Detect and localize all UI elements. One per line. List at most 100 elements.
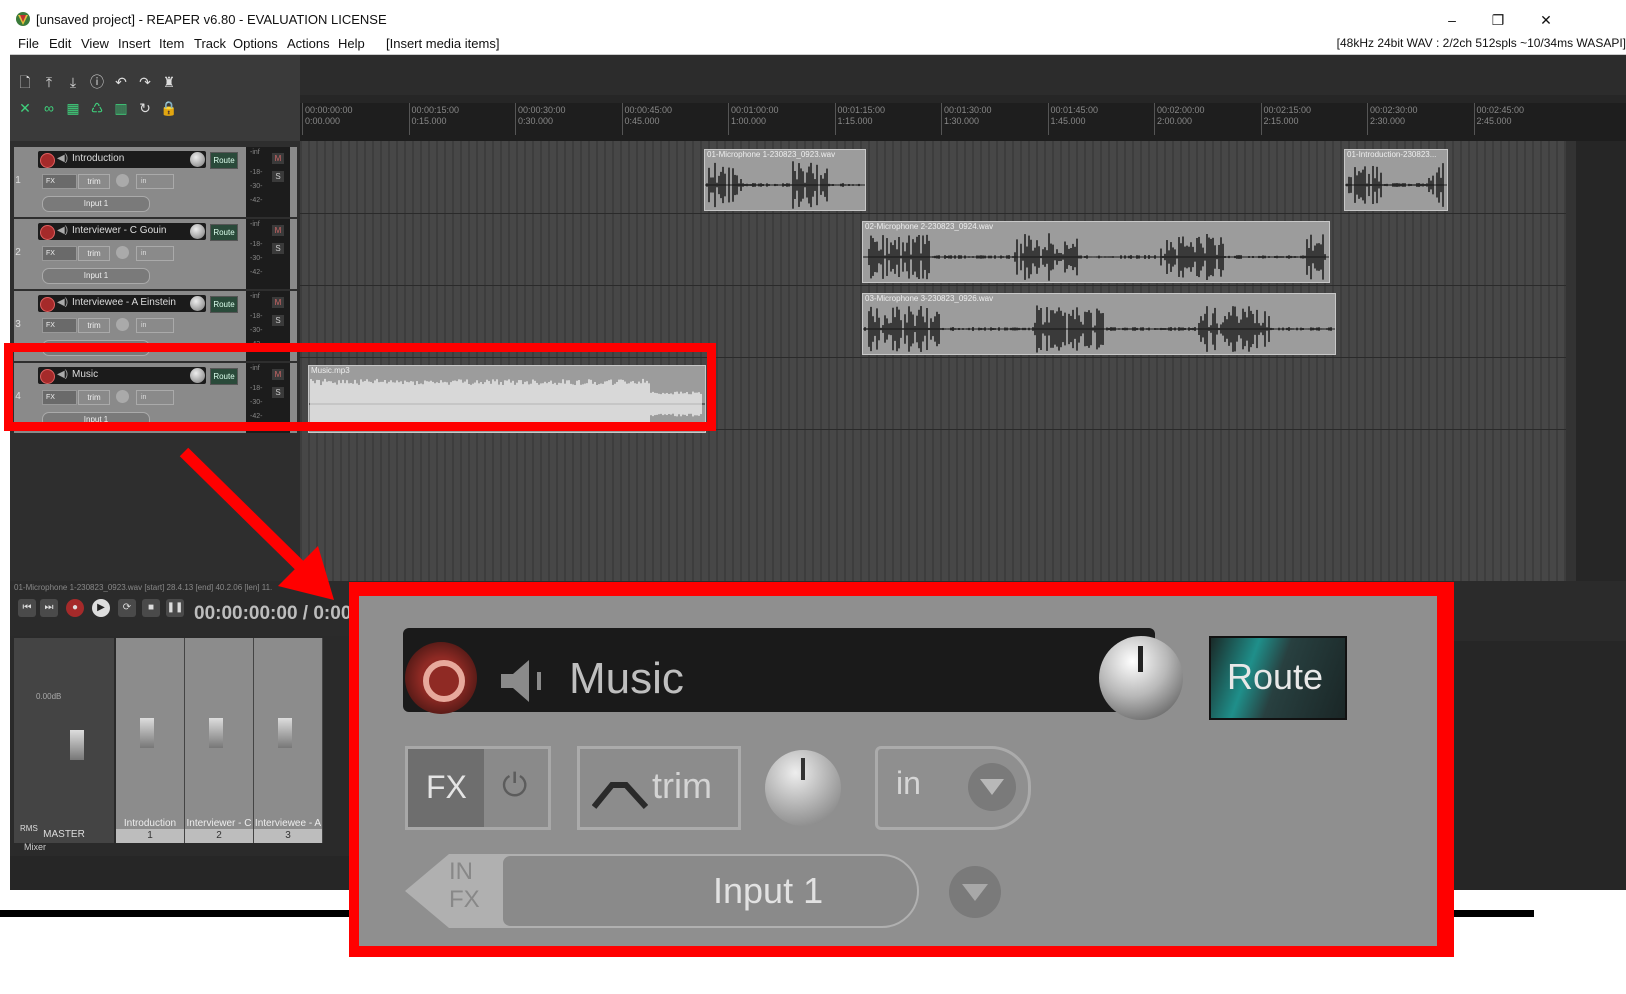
volume-fader[interactable] — [140, 718, 154, 748]
volume-knob[interactable] — [190, 296, 205, 311]
pan-knob[interactable] — [116, 318, 129, 331]
record-arm-button[interactable] — [40, 153, 55, 168]
menu-help[interactable]: Help — [338, 36, 365, 51]
track-name[interactable]: Music — [569, 654, 684, 704]
speaker-icon[interactable]: ◀) — [57, 297, 68, 308]
repeat-icon[interactable]: ⟳ — [118, 599, 136, 617]
go-to-end-icon[interactable]: ⏭ — [40, 599, 58, 617]
undo-icon[interactable]: ↶ — [112, 73, 130, 91]
speaker-icon[interactable] — [497, 656, 547, 706]
input-monitor-button[interactable]: in — [875, 746, 1031, 830]
minimize-button[interactable]: – — [1432, 10, 1472, 30]
route-button[interactable]: Route — [210, 152, 238, 169]
ruler-time: 2:00.000 — [1157, 116, 1193, 126]
envelope-lock-icon[interactable]: ↻ — [136, 99, 154, 117]
ruler-tick — [1473, 103, 1475, 135]
fx-bypass-button[interactable]: ⏻ — [484, 749, 548, 827]
speaker-icon[interactable]: ◀) — [57, 153, 68, 164]
media-item[interactable]: 03-Microphone 3-230823_0926.wav — [862, 293, 1336, 355]
restore-button[interactable]: ❐ — [1478, 10, 1518, 30]
auto-crossfade-icon[interactable]: ✕ — [16, 99, 34, 117]
close-button[interactable]: ✕ — [1526, 10, 1566, 30]
menu-edit[interactable]: Edit — [49, 36, 71, 51]
track-name[interactable]: Interviewer - C Gouin — [72, 225, 166, 236]
record-icon[interactable]: ● — [66, 599, 84, 617]
volume-knob[interactable] — [1099, 636, 1183, 720]
solo-button[interactable]: S — [272, 243, 284, 254]
route-button[interactable]: Route — [210, 224, 238, 241]
lock-icon[interactable]: 🔒 — [160, 99, 178, 117]
menu-insert-media-items[interactable]: [Insert media items] — [386, 36, 499, 51]
menu-insert[interactable]: Insert — [118, 36, 151, 51]
input-selector[interactable]: IN FX Input 1 — [405, 854, 1001, 928]
fx-button[interactable]: FX — [42, 246, 77, 261]
media-item[interactable]: 02-Microphone 2-230823_0924.wav — [862, 221, 1330, 283]
trim-button[interactable]: trim — [78, 246, 110, 261]
record-arm-button[interactable] — [40, 297, 55, 312]
volume-fader[interactable] — [209, 718, 223, 748]
solo-button[interactable]: S — [272, 315, 284, 326]
open-project-icon[interactable]: ⤒ — [40, 73, 58, 91]
mute-button[interactable]: M — [272, 225, 284, 236]
route-button[interactable]: Route — [210, 296, 238, 313]
menu-file[interactable]: File — [18, 36, 39, 51]
track-name[interactable]: Interviewee - A Einstein — [72, 297, 176, 308]
record-arm-button[interactable] — [40, 225, 55, 240]
speaker-icon[interactable]: ◀) — [57, 225, 68, 236]
menu-actions[interactable]: Actions — [287, 36, 330, 51]
input-monitor-button[interactable]: in — [136, 318, 174, 333]
grouping-icon[interactable]: ∞ — [40, 99, 58, 117]
volume-knob[interactable] — [190, 224, 205, 239]
strip-number[interactable]: 3 — [254, 829, 322, 843]
volume-knob[interactable] — [190, 152, 205, 167]
input-monitor-button[interactable]: in — [136, 246, 174, 261]
new-project-icon[interactable]: 🗋 — [16, 73, 34, 91]
volume-fader[interactable] — [278, 718, 292, 748]
vertical-scrollbar[interactable] — [1566, 141, 1576, 581]
strip-number[interactable]: 2 — [185, 829, 253, 843]
solo-button[interactable]: S — [272, 171, 284, 182]
track-name[interactable]: Introduction — [72, 153, 124, 164]
timeline-ruler[interactable]: 00:00:00:00 0:00.000 00:00:15:00 0:15.000 00… — [300, 103, 1626, 141]
menu-options[interactable]: Options — [233, 36, 278, 51]
trim-button[interactable]: trim — [78, 174, 110, 189]
fx-button[interactable]: FX — [42, 174, 77, 189]
grid-lines-icon[interactable]: ▥ — [112, 99, 130, 117]
save-project-icon[interactable]: ⤓ — [64, 73, 82, 91]
go-to-start-icon[interactable]: ⏮ — [18, 599, 36, 617]
master-fader[interactable] — [70, 730, 84, 760]
chevron-down-icon[interactable] — [968, 763, 1016, 811]
redo-icon[interactable]: ↷ — [136, 73, 154, 91]
media-item[interactable]: 01-Microphone 1-230823_0923.wav — [704, 149, 866, 211]
snap-grid-icon[interactable]: ▦ — [64, 99, 82, 117]
play-icon[interactable]: ▶ — [92, 599, 110, 617]
pan-knob[interactable] — [116, 174, 129, 187]
input-selector[interactable]: Input 1 — [42, 196, 150, 212]
input-selector[interactable]: Input 1 — [42, 268, 150, 284]
mixer-tab[interactable]: Mixer — [24, 842, 46, 852]
strip-number[interactable]: 1 — [116, 829, 184, 843]
stop-icon[interactable]: ■ — [142, 599, 160, 617]
mute-button[interactable]: M — [272, 297, 284, 308]
input-monitor-button[interactable]: in — [136, 174, 174, 189]
route-button[interactable]: Route — [1209, 636, 1347, 720]
audio-device-info[interactable]: [48kHz 24bit WAV : 2/2ch 512spls ~10/34m… — [1337, 36, 1626, 50]
mute-button[interactable]: M — [272, 153, 284, 164]
trim-button[interactable]: trim — [577, 746, 741, 830]
trim-button[interactable]: trim — [78, 318, 110, 333]
menu-item[interactable]: Item — [159, 36, 184, 51]
chevron-down-icon[interactable] — [949, 866, 1001, 918]
pan-knob[interactable] — [765, 750, 841, 826]
record-arm-button[interactable] — [405, 642, 477, 714]
fx-button[interactable]: FX — [42, 318, 77, 333]
pause-icon[interactable]: ❚❚ — [166, 599, 184, 617]
ripple-edit-icon[interactable]: ♺ — [88, 99, 106, 117]
media-item[interactable]: 01-Introduction-230823... — [1344, 149, 1448, 211]
input-dropdown[interactable]: Input 1 — [501, 854, 1001, 928]
project-settings-icon[interactable]: ⓘ — [88, 73, 106, 91]
fx-button[interactable]: FX ⏻ — [405, 746, 551, 830]
menu-track[interactable]: Track — [194, 36, 226, 51]
metronome-icon[interactable]: ♜ — [160, 73, 178, 91]
menu-view[interactable]: View — [81, 36, 109, 51]
pan-knob[interactable] — [116, 246, 129, 259]
